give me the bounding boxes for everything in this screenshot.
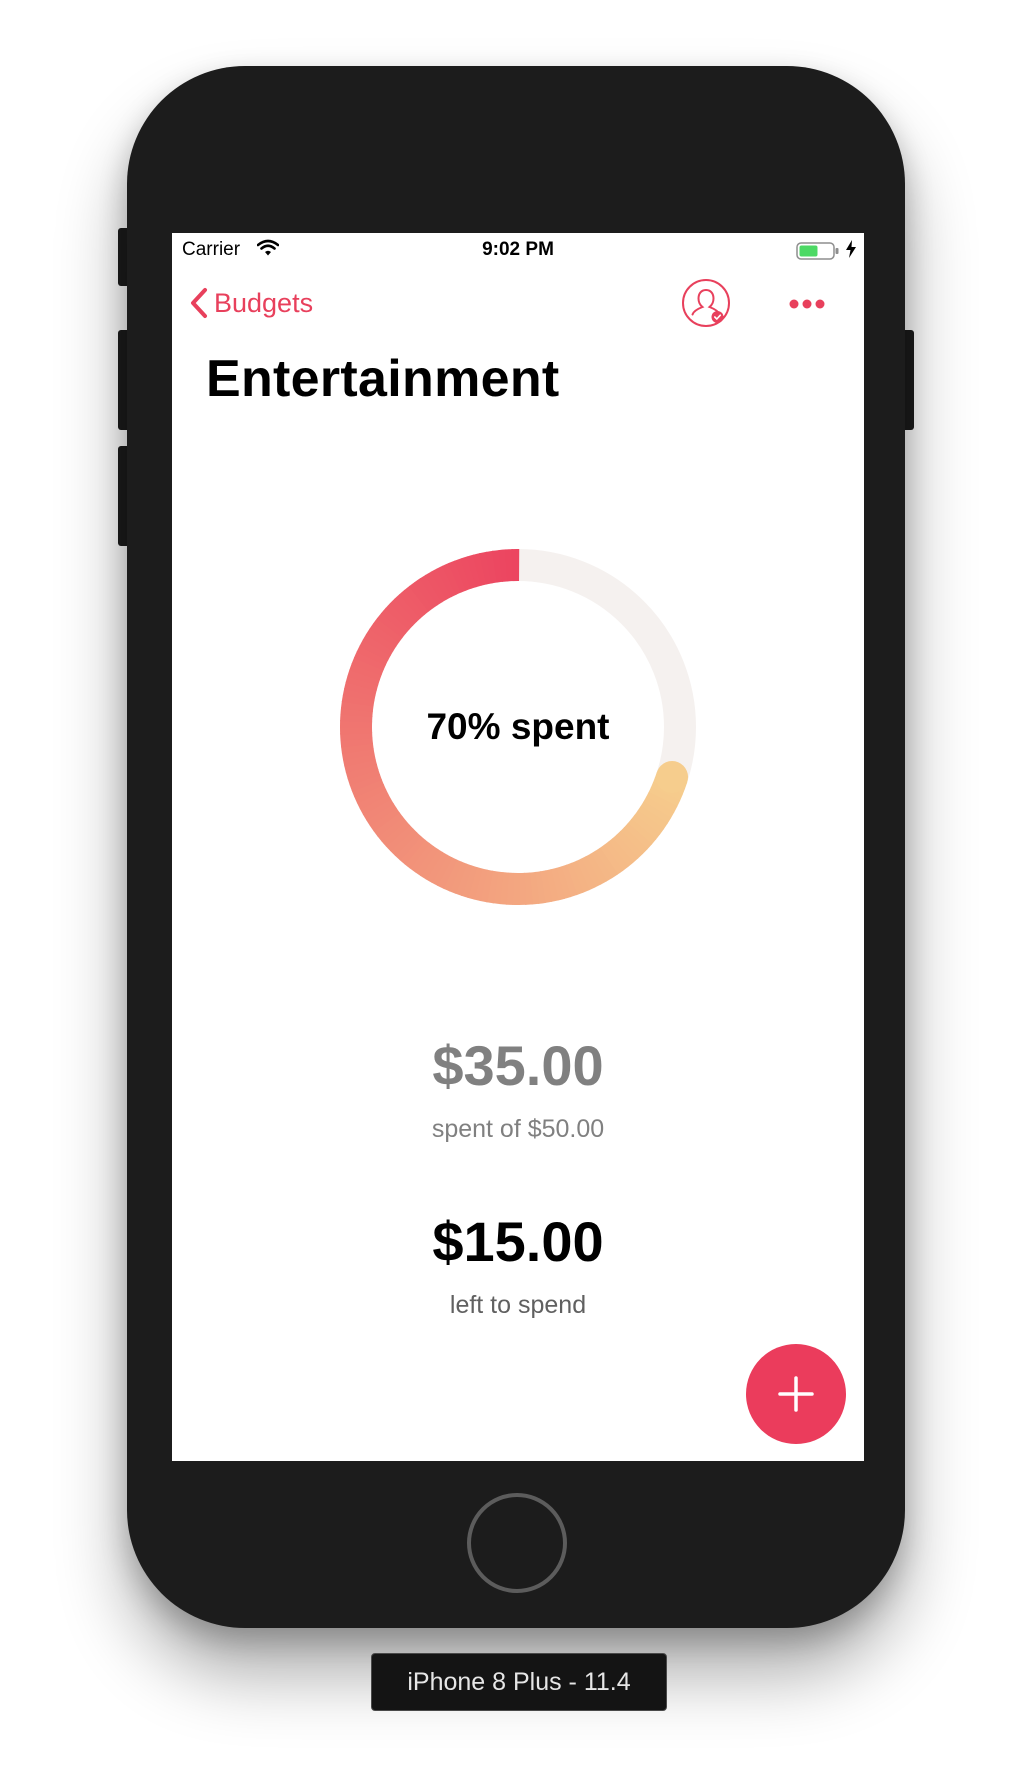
page-title: Entertainment	[206, 350, 560, 408]
profile-button[interactable]	[680, 277, 732, 329]
add-expense-button[interactable]	[746, 1344, 846, 1444]
spent-amount: $35.00	[432, 1034, 604, 1097]
home-button[interactable]	[467, 1493, 567, 1593]
screen: Carrier 9:02 PM Budgets Entertainment 70…	[172, 233, 864, 1461]
status-time: 9:02 PM	[482, 239, 554, 260]
progress-label: 70% spent	[426, 706, 610, 747]
battery-icon	[796, 242, 839, 260]
left-caption: left to spend	[449, 1291, 587, 1319]
profile-check-icon	[682, 279, 730, 327]
left-amount: $15.00	[432, 1210, 604, 1273]
plus-icon	[778, 1376, 814, 1412]
device-label: iPhone 8 Plus - 11.4	[371, 1653, 667, 1711]
status-bar: Carrier 9:02 PM	[172, 233, 864, 267]
back-button-label: Budgets	[214, 287, 314, 318]
chevron-left-icon	[191, 288, 207, 318]
progress-ring: 70% spent	[339, 548, 696, 905]
charging-bolt-icon	[846, 240, 856, 258]
more-dots-icon	[789, 299, 825, 309]
spent-caption: spent of $50.00	[431, 1115, 605, 1143]
back-button[interactable]: Budgets	[190, 283, 313, 323]
more-button[interactable]	[782, 289, 832, 319]
